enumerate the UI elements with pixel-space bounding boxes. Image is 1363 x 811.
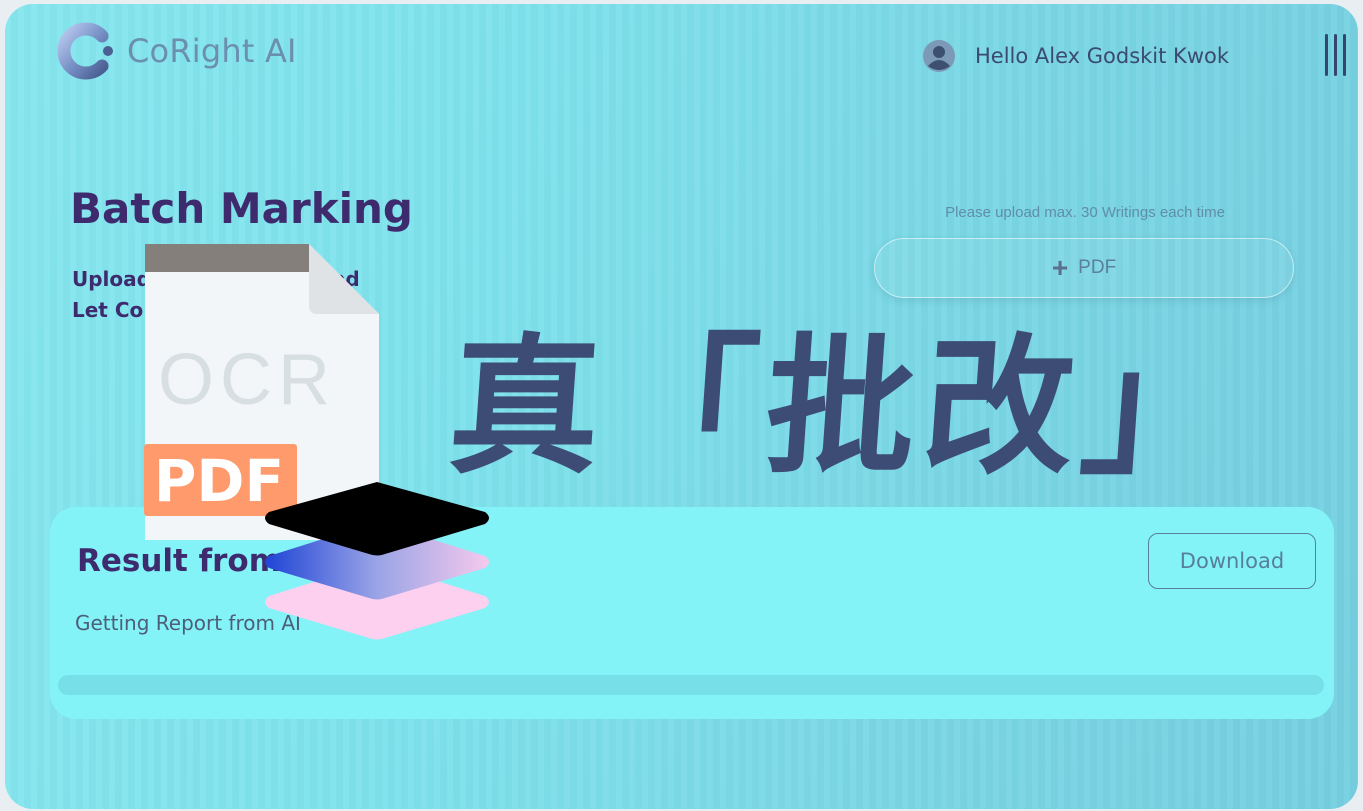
progress-bar	[58, 675, 1324, 695]
user-greeting[interactable]: Hello Alex Godskit Kwok	[923, 40, 1229, 72]
coright-logo-icon	[57, 22, 113, 80]
doc-ocr-label: OCR	[158, 340, 336, 420]
upload-pdf-label: PDF	[1078, 257, 1117, 278]
download-button[interactable]: Download	[1148, 533, 1316, 589]
user-avatar-icon	[923, 40, 955, 72]
calligraphy-overlay: 真「批改」	[443, 319, 1247, 495]
menu-icon[interactable]	[1325, 34, 1351, 76]
brand-name: CoRight AI	[127, 32, 297, 70]
page-title: Batch Marking	[70, 184, 413, 233]
upload-hint: Please upload max. 30 Writings each time	[945, 204, 1225, 221]
greeting-text: Hello Alex Godskit Kwok	[975, 44, 1230, 68]
plus-icon: +	[1051, 252, 1069, 283]
brand-logo[interactable]: CoRight AI	[57, 22, 297, 80]
app-frame: CoRight AI Hello Alex Godskit Kwok Batch…	[5, 4, 1358, 809]
layers-icon	[265, 482, 489, 640]
upload-pdf-button[interactable]: + PDF	[874, 238, 1294, 298]
